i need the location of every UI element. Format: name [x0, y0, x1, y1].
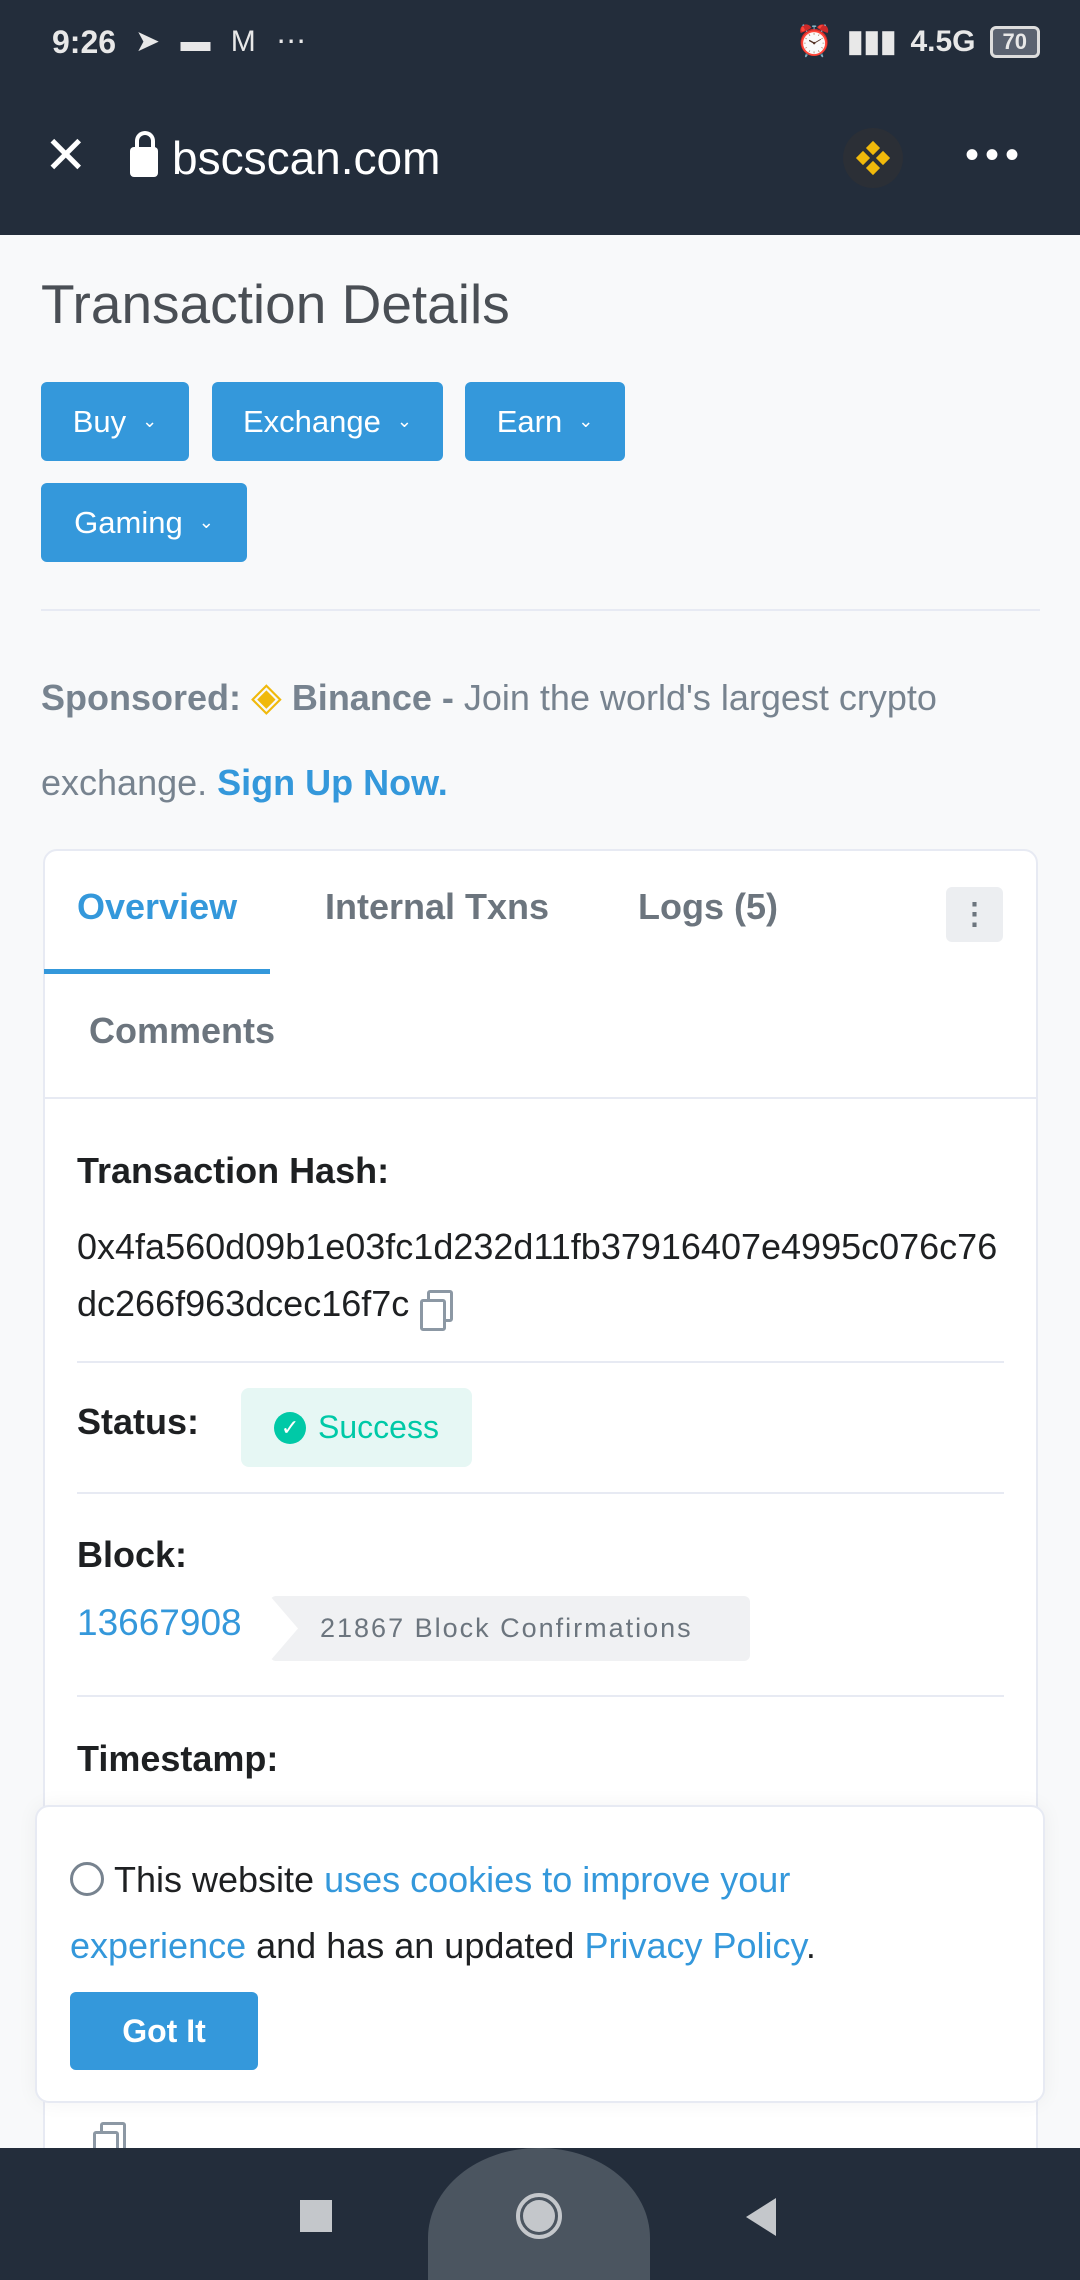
status-right: ⏰ ▮▮▮ 4.5G 70	[796, 24, 1040, 59]
transaction-hash: 0x4fa560d09b1e03fc1d232d11fb37916407e499…	[77, 1218, 1017, 1332]
cookie-text-2: and has an updated	[256, 1925, 575, 1966]
divider	[44, 1097, 1036, 1099]
divider	[41, 609, 1040, 611]
recents-icon[interactable]	[300, 2200, 332, 2232]
chevron-down-icon: ⌄	[142, 411, 158, 431]
divider	[77, 1492, 1004, 1494]
cookie-banner: This website uses cookies to improve you…	[35, 1805, 1045, 2103]
cookie-icon	[70, 1862, 104, 1896]
tab-internal-txns[interactable]: Internal Txns	[325, 886, 549, 928]
divider	[77, 1695, 1004, 1697]
timestamp-label: Timestamp:	[77, 1738, 279, 1779]
got-it-button[interactable]: Got It	[70, 1992, 258, 2070]
block-label: Block:	[77, 1534, 188, 1575]
network-type: 4.5G	[910, 24, 976, 58]
divider	[77, 1361, 1004, 1363]
status-badge: ✓ Success	[241, 1388, 472, 1467]
battery-icon: 70	[989, 25, 1040, 58]
url-text: bscscan.com	[172, 132, 441, 184]
sponsored-label: Sponsored:	[41, 677, 242, 718]
binance-logo-icon: ◈	[251, 675, 282, 719]
block-number-link[interactable]: 13667908	[77, 1602, 242, 1644]
gaming-label: Gaming	[74, 504, 183, 540]
page-title: Transaction Details	[41, 273, 510, 335]
active-tab-indicator	[44, 969, 270, 974]
tab-comments[interactable]: Comments	[89, 1010, 275, 1052]
chevron-down-icon: ⌄	[578, 411, 594, 431]
chevron-down-icon: ⌄	[198, 512, 214, 532]
status-label: Status:	[77, 1401, 200, 1442]
sponsored-banner: Sponsored: ◈ Binance - Join the world's …	[41, 655, 1041, 825]
cookie-text-1: This website	[114, 1859, 315, 1900]
buy-button[interactable]: Buy ⌄	[41, 382, 189, 461]
hash-label: Transaction Hash:	[77, 1150, 390, 1191]
earn-label: Earn	[496, 403, 563, 439]
cookie-text-3: .	[805, 1925, 816, 1966]
hash-value: 0x4fa560d09b1e03fc1d232d11fb37916407e499…	[77, 1226, 998, 1324]
sign-up-link[interactable]: Sign Up Now.	[217, 762, 448, 803]
gaming-button[interactable]: Gaming ⌄	[41, 483, 247, 562]
sponsor-brand[interactable]: Binance -	[292, 677, 454, 718]
exchange-label: Exchange	[243, 403, 381, 439]
copy-icon[interactable]	[420, 1290, 454, 1332]
cookie-message: This website uses cookies to improve you…	[70, 1847, 970, 1979]
tab-logs[interactable]: Logs (5)	[638, 886, 778, 928]
address-bar[interactable]: bscscan.com	[130, 130, 440, 186]
buy-label: Buy	[72, 403, 127, 439]
binance-icon[interactable]	[843, 128, 903, 188]
tab-overview[interactable]: Overview	[77, 886, 237, 928]
notification-icons: ➤ ▬ M ⋯	[135, 25, 313, 58]
status-time: 9:26	[52, 24, 117, 60]
privacy-policy-link[interactable]: Privacy Policy	[584, 1925, 805, 1966]
kebab-icon: ⋮	[959, 898, 990, 931]
block-confirmations: 21867 Block Confirmations	[270, 1596, 750, 1661]
chevron-down-icon: ⌄	[396, 411, 412, 431]
close-icon[interactable]: ✕	[44, 130, 88, 182]
more-options-icon[interactable]: •••	[965, 135, 1025, 175]
check-circle-icon: ✓	[274, 1411, 307, 1444]
signal-icon: ▮▮▮	[846, 25, 897, 58]
lock-icon	[130, 131, 158, 177]
home-icon[interactable]	[516, 2193, 562, 2239]
alarm-icon: ⏰	[795, 25, 833, 58]
status-value: Success	[318, 1409, 439, 1445]
tab-more-button[interactable]: ⋮	[946, 887, 1003, 942]
exchange-button[interactable]: Exchange ⌄	[212, 382, 443, 461]
earn-button[interactable]: Earn ⌄	[465, 382, 625, 461]
back-icon[interactable]	[746, 2198, 776, 2236]
